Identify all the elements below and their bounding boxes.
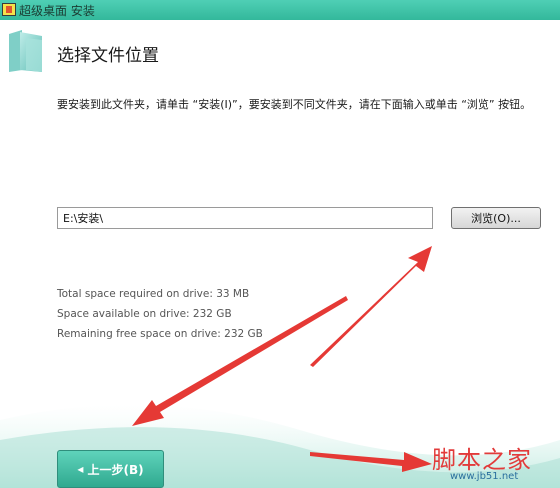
watermark-logo-text: 脚本之家 bbox=[432, 446, 532, 474]
arrow-to-next bbox=[310, 452, 432, 472]
watermark-url: www.jb51.net bbox=[450, 471, 519, 482]
watermark: 脚本之家 www.jb51.net bbox=[432, 440, 560, 488]
annotation-arrows bbox=[132, 246, 432, 472]
